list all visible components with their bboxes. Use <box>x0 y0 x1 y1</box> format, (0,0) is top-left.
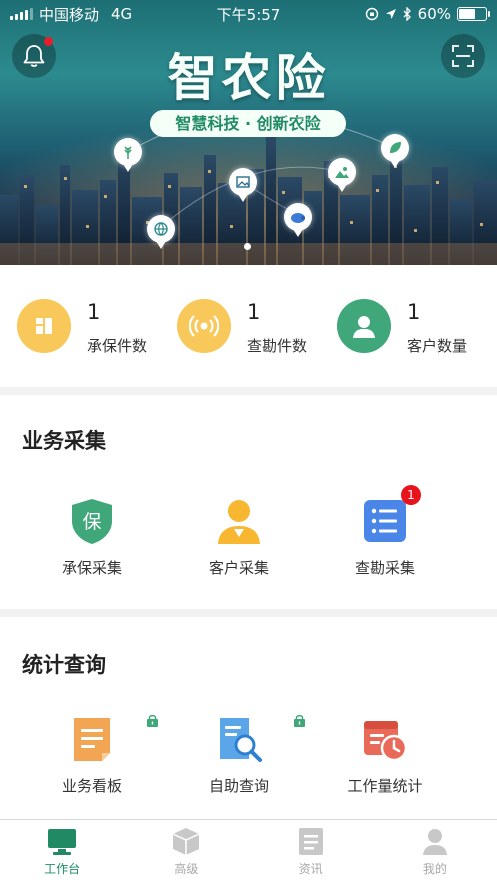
customer-collection-button[interactable]: 客户采集 <box>169 497 309 578</box>
stat-value: 1 <box>247 299 261 324</box>
pig-pin-icon <box>284 203 312 237</box>
signal-icon <box>177 299 231 353</box>
tab-label: 资讯 <box>298 862 323 876</box>
notification-badge: 1 <box>401 485 421 505</box>
section-title: 业务采集 <box>22 429 106 453</box>
calendar-clock-icon <box>361 715 409 763</box>
tile-label: 自助查询 <box>208 777 269 795</box>
document-icon <box>17 299 71 353</box>
banner[interactable]: 中国移动 4G 下午5:57 60% 智农险 智慧科技 · 创新农险 <box>0 0 497 265</box>
tab-news[interactable]: 资讯 <box>249 820 373 883</box>
lock-icon <box>294 714 305 727</box>
board-icon <box>68 715 116 763</box>
stat-value: 1 <box>407 299 421 324</box>
news-icon <box>298 828 323 855</box>
tab-workbench[interactable]: 工作台 <box>0 820 124 883</box>
underwriting-collection-button[interactable]: 保 承保采集 <box>22 497 162 578</box>
stat-value: 1 <box>87 299 101 324</box>
leaf-pin-icon <box>381 134 409 168</box>
monitor-icon <box>48 829 77 855</box>
carousel-indicator[interactable] <box>244 243 251 250</box>
tab-label: 工作台 <box>44 862 81 876</box>
scenery-pin-icon <box>328 158 356 192</box>
tile-label: 业务看板 <box>61 777 122 795</box>
user-icon <box>215 497 263 545</box>
tab-advanced[interactable]: 高级 <box>124 820 248 883</box>
self-query-button[interactable]: 自助查询 <box>169 715 309 796</box>
business-board-button[interactable]: 业务看板 <box>22 715 162 796</box>
stat-label: 查勘件数 <box>247 336 308 355</box>
workload-stats-button[interactable]: 工作量统计 <box>315 715 455 796</box>
statistics-query-section: 统计查询 业务看板 自助查询 工作量统计 <box>0 617 497 819</box>
tile-label: 查勘采集 <box>354 559 415 577</box>
globe-pin-icon <box>147 215 175 249</box>
svg-text:保: 保 <box>82 511 101 533</box>
network-lines <box>127 114 396 229</box>
lock-icon <box>147 714 158 727</box>
cube-icon <box>173 828 200 855</box>
stat-customers[interactable]: 1 客户数量 <box>337 297 497 356</box>
business-collection-section: 业务采集 保 承保采集 客户采集 1 查勘采集 <box>0 395 497 609</box>
landscape-pin-icon <box>229 168 257 202</box>
tile-label: 客户采集 <box>208 559 269 577</box>
tile-label: 承保采集 <box>61 559 122 577</box>
person-icon <box>337 299 391 353</box>
stat-label: 承保件数 <box>87 336 148 355</box>
tab-label: 我的 <box>422 862 447 876</box>
tab-label: 高级 <box>174 862 199 876</box>
tab-mine[interactable]: 我的 <box>373 820 497 883</box>
search-doc-icon <box>215 715 263 763</box>
stat-policies[interactable]: 1 承保件数 <box>17 297 177 356</box>
profile-icon <box>422 829 447 855</box>
stat-surveys[interactable]: 1 查勘件数 <box>177 297 337 356</box>
survey-collection-button[interactable]: 1 查勘采集 <box>315 485 455 578</box>
tile-label: 工作量统计 <box>347 777 423 795</box>
list-icon: 1 <box>361 485 421 545</box>
shield-icon: 保 <box>68 497 116 545</box>
wheat-pin-icon <box>114 138 142 172</box>
stat-label: 客户数量 <box>407 336 468 355</box>
tab-bar: 工作台 高级 资讯 我的 <box>0 819 497 883</box>
section-title: 统计查询 <box>22 653 106 677</box>
stats-panel: 1 承保件数 1 查勘件数 1 客户数量 <box>0 265 497 387</box>
